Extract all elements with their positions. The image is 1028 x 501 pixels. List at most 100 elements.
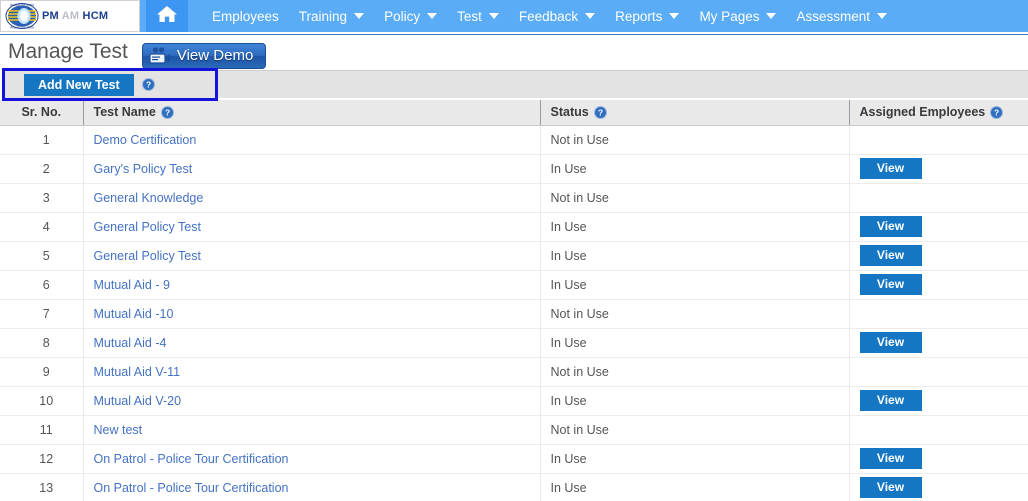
test-name-link[interactable]: On Patrol - Police Tour Certification [94,452,289,466]
view-assigned-employees-button[interactable]: View [859,477,922,498]
cell-test-name: Gary's Policy Test [83,154,541,184]
nav-item-feedback[interactable]: Feedback [509,9,605,24]
view-assigned-employees-button[interactable]: View [859,390,922,411]
test-name-link[interactable]: Mutual Aid -10 [94,307,174,321]
table-row: 5 General Policy Test In Use View [0,241,1028,271]
table-row: 2 Gary's Policy Test In Use View [0,154,1028,184]
manage-test-table: Sr. No. Test Name ? Status ? Assigned Em… [0,100,1028,501]
cell-sr-no: 9 [0,357,84,387]
view-assigned-employees-button[interactable]: View [859,274,922,295]
top-navigation-bar: Around the world Around the clock PM AM … [0,0,1028,32]
home-button[interactable] [146,0,188,32]
test-name-link[interactable]: General Knowledge [94,191,204,205]
cell-assigned-employees: View [849,473,1028,501]
chevron-down-icon [488,13,499,19]
chevron-down-icon [766,13,777,19]
nav-label: Training [298,8,348,24]
view-assigned-employees-button[interactable]: View [859,216,922,237]
cell-status: In Use [540,444,850,474]
nav-item-employees[interactable]: Employees [202,9,289,24]
chevron-down-icon [877,13,887,19]
cell-test-name: General Knowledge [83,183,541,213]
test-name-link[interactable]: Mutual Aid V-11 [94,365,181,379]
cell-test-name: Mutual Aid -4 [83,328,541,358]
table-row: 1 Demo Certification Not in Use [0,125,1028,155]
svg-text:?: ? [598,107,603,117]
nav-label: Employees [212,8,279,24]
nav-item-policy[interactable]: Policy [374,9,447,24]
cell-assigned-employees [849,357,1028,387]
svg-text:Around the world: Around the world [10,3,34,7]
cell-status: Not in Use [540,357,850,387]
nav-item-training[interactable]: Training [289,9,374,24]
home-icon [156,4,178,29]
chevron-down-icon [669,13,680,19]
test-name-link[interactable]: Mutual Aid V-20 [94,394,182,408]
cell-assigned-employees: View [849,212,1028,242]
cell-test-name: General Policy Test [83,241,541,271]
cell-assigned-employees: View [849,444,1028,474]
view-assigned-employees-button[interactable]: View [859,245,922,266]
cell-sr-no: 8 [0,328,84,358]
column-header-status[interactable]: Status ? [540,100,850,126]
test-name-link[interactable]: Gary's Policy Test [94,162,193,176]
test-name-link[interactable]: Mutual Aid -4 [94,336,167,350]
svg-text:?: ? [165,107,170,117]
cell-status: In Use [540,386,850,416]
column-header-assigned-employees[interactable]: Assigned Employees ? [849,100,1028,126]
action-toolbar: Add New Test ? [4,70,1028,98]
cell-assigned-employees [849,299,1028,329]
brand-logo[interactable]: Around the world Around the clock PM AM … [0,0,140,32]
test-name-link[interactable]: Mutual Aid - 9 [94,278,170,292]
column-label: Assigned Employees [859,105,986,120]
table-row: 9 Mutual Aid V-11 Not in Use [0,357,1028,387]
cell-status: In Use [540,154,850,184]
test-name-link[interactable]: New test [94,423,143,437]
cell-assigned-employees: View [849,241,1028,271]
help-question-icon[interactable]: ? [990,105,1004,119]
view-demo-button[interactable]: View Demo [141,42,267,69]
nav-item-test[interactable]: Test [447,9,509,24]
view-assigned-employees-button[interactable]: View [859,158,922,179]
help-question-icon[interactable]: ? [593,105,607,119]
svg-text:?: ? [994,107,999,117]
table-body: 1 Demo Certification Not in Use 2 Gary's Pol… [0,125,1028,501]
test-name-link[interactable]: Demo Certification [94,133,197,147]
brand-pm: PM [42,10,59,22]
cell-sr-no: 2 [0,154,84,184]
chevron-down-icon [354,13,365,19]
cell-sr-no: 1 [0,125,84,155]
cell-sr-no: 4 [0,212,84,242]
test-name-link[interactable]: General Policy Test [94,220,201,234]
svg-text:Around the clock: Around the clock [10,26,34,30]
chevron-down-icon [427,13,438,19]
brand-am: AM [61,10,80,22]
cell-test-name: On Patrol - Police Tour Certification [83,444,541,474]
table-row: 8 Mutual Aid -4 In Use View [0,328,1028,358]
help-question-icon[interactable]: ? [160,105,174,119]
table-header-row: Sr. No. Test Name ? Status ? Assigned Em… [0,100,1028,126]
test-name-link[interactable]: General Policy Test [94,249,201,263]
nav-label: My Pages [699,8,760,24]
nav-item-reports[interactable]: Reports [605,9,689,24]
test-name-link[interactable]: On Patrol - Police Tour Certification [94,481,289,495]
nav-item-my-pages[interactable]: My Pages [689,9,786,24]
help-question-icon[interactable]: ? [141,78,155,91]
column-header-sr-no[interactable]: Sr. No. [0,100,84,126]
add-new-test-button[interactable]: Add New Test [24,73,134,96]
nav-label: Feedback [518,8,579,24]
page-heading-row: Manage Test View Demo [0,35,1028,69]
cell-test-name: Demo Certification [83,125,541,155]
cell-sr-no: 7 [0,299,84,329]
table-row: 12 On Patrol - Police Tour Certification I… [0,444,1028,474]
table-row: 10 Mutual Aid V-20 In Use View [0,386,1028,416]
view-assigned-employees-button[interactable]: View [859,448,922,469]
cell-test-name: Mutual Aid -10 [83,299,541,329]
brand-hcm: HCM [82,10,109,22]
nav-item-assessment[interactable]: Assessment [786,9,897,24]
manage-test-table-area: Sr. No. Test Name ? Status ? Assigned Em… [0,100,1028,501]
nav-label: Reports [615,8,663,24]
view-assigned-employees-button[interactable]: View [859,332,922,353]
toolbar-area: Add New Test ? [0,68,1028,101]
column-header-test-name[interactable]: Test Name ? [83,100,541,126]
